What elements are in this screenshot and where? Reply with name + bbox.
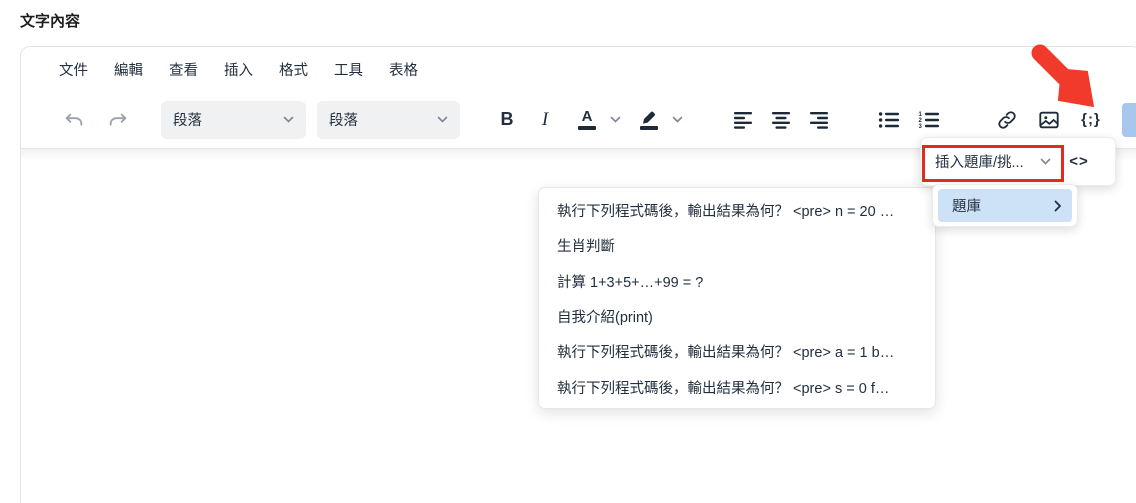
menu-view[interactable]: 查看 [159, 54, 208, 85]
question-bank-submenu-popup: 題庫 [932, 184, 1078, 227]
block-format-select[interactable]: 段落 [161, 101, 306, 139]
undo-button[interactable] [57, 103, 91, 137]
italic-button[interactable]: I [528, 103, 562, 137]
chevron-down-icon [283, 116, 294, 124]
text-color-icon: A [578, 109, 596, 130]
editor-menubar: 文件 編輯 查看 插入 格式 工具 表格 [21, 47, 1136, 91]
bold-button[interactable]: B [490, 103, 524, 137]
submenu-item-question-bank[interactable]: 題庫 [938, 189, 1072, 222]
svg-text:3: 3 [919, 124, 923, 129]
align-right-icon [809, 111, 829, 129]
style-format-select[interactable]: 段落 [317, 101, 460, 139]
numbered-list-button[interactable]: 1 2 3 [912, 103, 946, 137]
text-color-menu-button[interactable] [604, 103, 626, 137]
highlighter-icon [640, 109, 658, 130]
chevron-down-icon [672, 116, 683, 124]
align-left-button[interactable] [726, 103, 760, 137]
highlight-color-button[interactable] [632, 103, 666, 137]
align-center-icon [771, 111, 791, 129]
question-item[interactable]: 執行下列程式碼後，輸出結果為何？ <pre> n = 20 … [539, 193, 935, 228]
highlight-color-menu-button[interactable] [666, 103, 688, 137]
align-center-button[interactable] [764, 103, 798, 137]
menu-table[interactable]: 表格 [379, 54, 428, 85]
chevron-down-icon [437, 116, 448, 124]
align-right-button[interactable] [802, 103, 836, 137]
redo-icon [107, 109, 129, 131]
question-item[interactable]: 執行下列程式碼後，輸出結果為何？ <pre> a = 1 b… [539, 334, 935, 369]
submenu-item-label: 題庫 [952, 195, 981, 216]
question-item[interactable]: 自我介紹(print) [539, 299, 935, 334]
more-toolbar-button[interactable] [1122, 103, 1136, 137]
menu-format[interactable]: 格式 [269, 54, 318, 85]
link-icon [996, 109, 1018, 131]
numbered-list-icon: 1 2 3 [918, 111, 940, 129]
question-item[interactable]: 計算 1+3+5+…+99 = ? [539, 264, 935, 299]
insert-question-bank-select[interactable]: 插入題庫/挑... [929, 145, 1055, 179]
style-format-value: 段落 [329, 109, 358, 130]
text-color-button[interactable]: A [570, 103, 604, 137]
redo-button[interactable] [101, 103, 135, 137]
insert-question-bank-value: 插入題庫/挑... [935, 151, 1024, 172]
chevron-down-icon [1040, 158, 1051, 166]
image-icon [1038, 109, 1060, 131]
question-item[interactable]: 生肖判斷 [539, 228, 935, 263]
question-item[interactable]: 執行下列程式碼後，輸出結果為何？ <pre> s = 0 f… [539, 369, 935, 404]
bullet-list-icon [878, 111, 900, 129]
align-left-icon [733, 111, 753, 129]
menu-file[interactable]: 文件 [49, 54, 98, 85]
overflow-toolbar-popup: 插入題庫/挑... <> [920, 137, 1116, 186]
bullet-list-button[interactable] [872, 103, 906, 137]
question-list-popup: 執行下列程式碼後，輸出結果為何？ <pre> n = 20 … 生肖判斷 計算 … [538, 187, 936, 409]
block-format-value: 段落 [173, 109, 202, 130]
source-code-button[interactable]: <> [1061, 145, 1097, 179]
link-button[interactable] [990, 103, 1024, 137]
code-sample-button[interactable]: {;} [1074, 103, 1108, 137]
chevron-down-icon [610, 116, 621, 124]
menu-edit[interactable]: 編輯 [104, 54, 153, 85]
menu-tools[interactable]: 工具 [324, 54, 373, 85]
chevron-right-icon [1054, 200, 1062, 212]
page-title: 文字內容 [20, 10, 80, 31]
image-button[interactable] [1032, 103, 1066, 137]
menu-insert[interactable]: 插入 [214, 54, 263, 85]
undo-icon [63, 109, 85, 131]
